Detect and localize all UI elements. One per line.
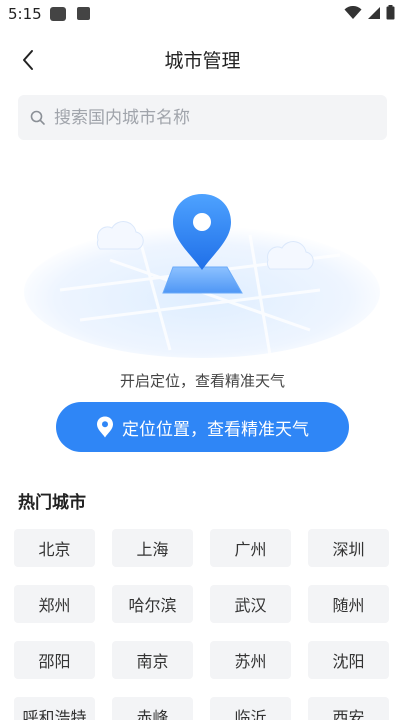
app-notification-icon [77, 7, 90, 20]
locate-button[interactable]: 定位位置，查看精准天气 [56, 402, 349, 452]
city-chip[interactable]: 武汉 [210, 585, 291, 623]
locate-button-label: 定位位置，查看精准天气 [122, 419, 309, 440]
city-chip[interactable]: 南京 [112, 641, 193, 679]
location-hint: 开启定位，查看精准天气 [119, 372, 285, 390]
city-chip[interactable]: 临沂 [210, 697, 291, 720]
city-chip[interactable]: 西安 [308, 697, 389, 720]
city-chip[interactable]: 广州 [210, 529, 291, 567]
city-chip[interactable]: 哈尔滨 [112, 585, 193, 623]
gallery-notification-icon [50, 7, 66, 21]
hot-cities-grid: 北京 上海 广州 深圳 郑州 哈尔滨 武汉 随州 邵阳 南京 苏州 沈阳 呼和浩… [14, 529, 391, 720]
city-chip[interactable]: 郑州 [14, 585, 95, 623]
status-icons [344, 5, 395, 20]
hot-cities-title: 热门城市 [18, 493, 86, 513]
city-chip[interactable]: 呼和浩特 [14, 697, 95, 720]
search-bar[interactable] [18, 95, 387, 140]
city-chip[interactable]: 随州 [308, 585, 389, 623]
signal-icon [368, 6, 380, 19]
city-chip[interactable]: 邵阳 [14, 641, 95, 679]
page-title: 城市管理 [164, 50, 241, 72]
status-time: 5:15 [8, 5, 42, 23]
battery-icon [386, 5, 395, 20]
city-chip[interactable]: 上海 [112, 529, 193, 567]
city-chip[interactable]: 苏州 [210, 641, 291, 679]
app-header: 城市管理 [0, 38, 405, 82]
search-icon [30, 110, 45, 125]
search-input[interactable] [54, 107, 354, 128]
location-pin-icon [97, 416, 113, 438]
city-chip[interactable]: 北京 [14, 529, 95, 567]
location-illustration [24, 194, 380, 358]
city-chip[interactable]: 沈阳 [308, 641, 389, 679]
city-chip[interactable]: 赤峰 [112, 697, 193, 720]
status-bar: 5:15 [0, 0, 405, 30]
city-chip[interactable]: 深圳 [308, 529, 389, 567]
wifi-icon [344, 5, 362, 19]
